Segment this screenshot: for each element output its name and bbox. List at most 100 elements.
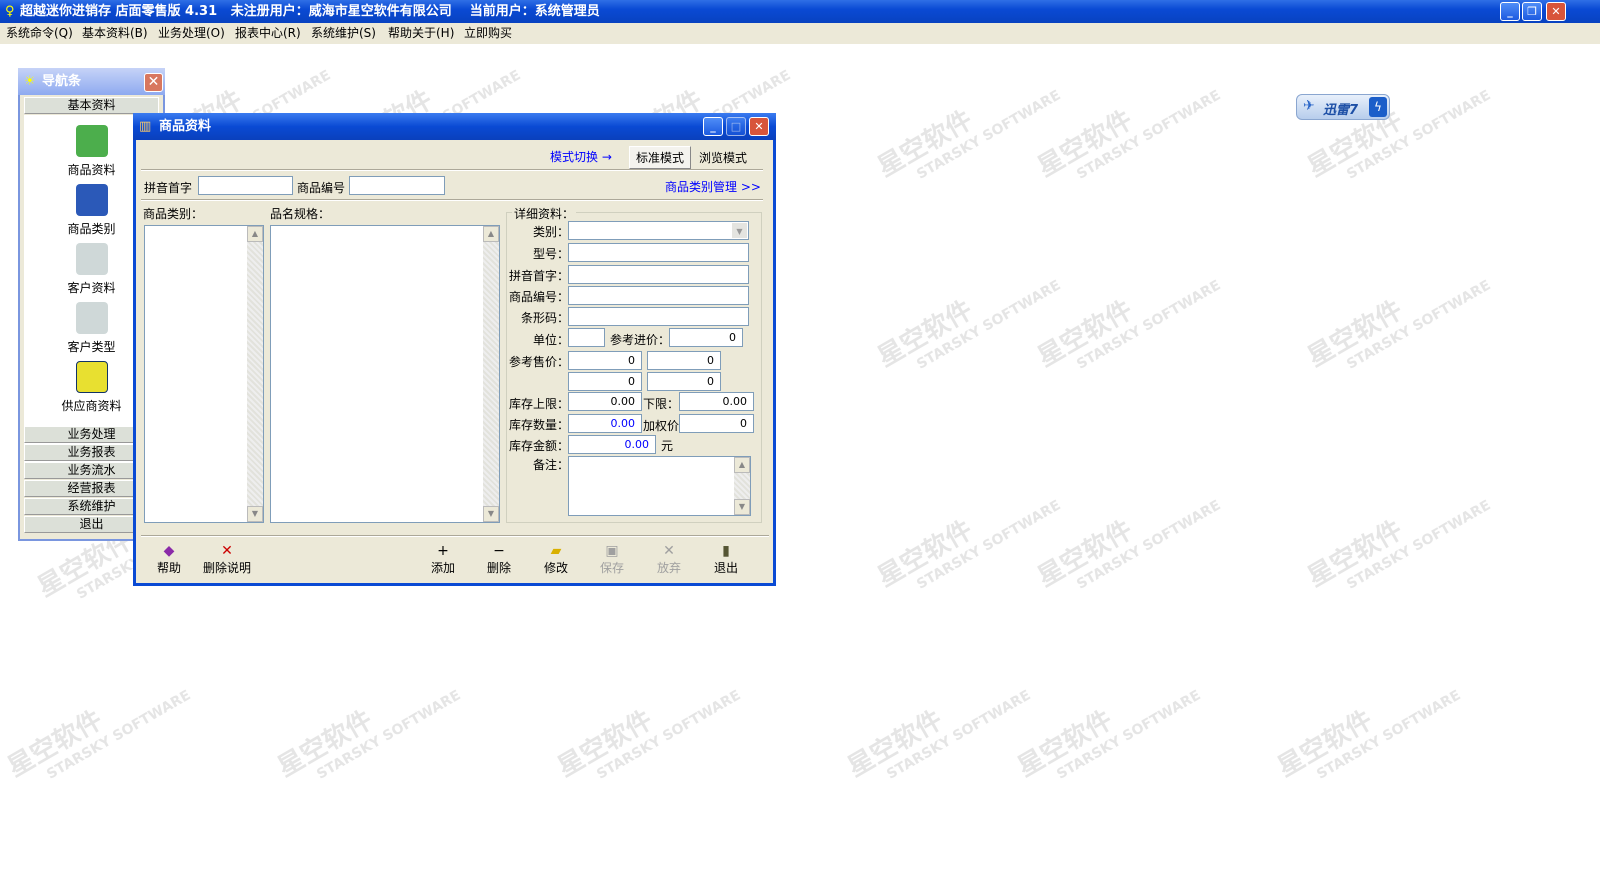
minimize-button[interactable]: _ [1500, 2, 1520, 21]
watermark: 星空软件STARSKY SOFTWARE [270, 655, 464, 798]
pinyin-label: 拼音首字 [144, 181, 193, 195]
product-window: ▥ 商品资料 _ □ ✕ 模式切换 → 标准模式 浏览模式 拼音首字 商品编号 商… [133, 113, 776, 586]
category-list[interactable]: ▲ ▼ [144, 225, 264, 523]
watermark-cn: 星空软件 [872, 105, 978, 184]
discard-button[interactable]: ✕ 放弃 [644, 543, 694, 576]
ref-price-input-4[interactable]: 0 [647, 372, 721, 391]
app-title-bar: ♀ 超越迷你进销存 店面零售版 4.31 未注册用户：威海市星空软件有限公司 当… [0, 0, 1600, 23]
ref-price-input-3[interactable]: 0 [568, 372, 642, 391]
x-icon: ✕ [221, 543, 233, 559]
delete-label: 删除 [486, 561, 511, 575]
watermark: 星空软件STARSKY SOFTWARE [550, 655, 744, 798]
nav-item-label: 供应商资料 [61, 399, 122, 413]
pinyin-search-input[interactable] [198, 176, 293, 195]
delete-note-button[interactable]: ✕ 删除说明 [197, 543, 257, 576]
window-maximize-button[interactable]: □ [726, 117, 746, 136]
x-icon: ✕ [663, 543, 675, 559]
lightning-icon: ϟ [1369, 97, 1387, 117]
remark-label: 备注： [533, 458, 570, 472]
remark-textarea[interactable]: ▲ ▼ [568, 456, 751, 516]
app-bulb-icon: ♀ [5, 4, 15, 19]
model-input[interactable] [568, 243, 749, 262]
window-minimize-button[interactable]: _ [703, 117, 723, 136]
barcode-input[interactable] [568, 307, 749, 326]
scrollbar[interactable]: ▲ ▼ [483, 226, 499, 522]
unit-input[interactable] [568, 328, 605, 347]
code-input[interactable] [568, 286, 749, 305]
category-label: 类别： [533, 225, 570, 239]
menu-basic[interactable]: 基本资料(B) [82, 23, 148, 44]
save-button[interactable]: ▣ 保存 [587, 543, 637, 576]
exit-door-icon: ▮ [722, 543, 730, 559]
category-select[interactable]: ▼ [568, 221, 749, 240]
code-detail-label: 商品编号： [509, 290, 570, 304]
save-label: 保存 [599, 561, 624, 575]
menu-buy[interactable]: 立即购买 [464, 23, 512, 44]
weighted-price-label: 加权价 [643, 419, 680, 433]
watermark-cn: 星空软件 [2, 705, 108, 784]
watermark-en: STARSKY SOFTWARE [1054, 687, 1204, 783]
add-label: 添加 [430, 561, 455, 575]
help-label: 帮助 [156, 561, 181, 575]
scrollbar[interactable]: ▲ ▼ [734, 457, 750, 515]
delete-button[interactable]: − 删除 [474, 543, 524, 576]
menu-maintenance[interactable]: 系统维护(S) [311, 23, 376, 44]
mode-switch-label: 模式切换 → [550, 150, 612, 164]
exit-button[interactable]: ▮ 退出 [701, 543, 751, 576]
chevron-down-icon: ▼ [732, 223, 747, 238]
stock-max-input[interactable]: 0.00 [568, 392, 642, 411]
pinyin-input[interactable] [568, 265, 749, 284]
watermark-cn: 星空软件 [272, 705, 378, 784]
code-label: 商品编号 [297, 181, 346, 195]
product-list[interactable]: ▲ ▼ [270, 225, 500, 523]
app-title: 超越迷你进销存 店面零售版 4.31 未注册用户：威海市星空软件有限公司 当前用… [20, 4, 600, 19]
code-search-input[interactable] [349, 176, 445, 195]
menu-system[interactable]: 系统命令(Q) [6, 23, 73, 44]
tab-browse-mode[interactable]: 浏览模式 [699, 149, 747, 166]
stock-min-input[interactable]: 0.00 [679, 392, 754, 411]
menu-help[interactable]: 帮助关于(H) [388, 23, 454, 44]
watermark: 星空软件STARSKY SOFTWARE [1300, 245, 1494, 388]
watermark-cn: 星空软件 [842, 705, 948, 784]
nav-close-button[interactable]: ✕ [144, 73, 163, 92]
menu-bar: 系统命令(Q) 基本资料(B) 业务处理(O) 报表中心(R) 系统维护(S) … [0, 23, 1600, 44]
plus-icon: + [437, 543, 449, 559]
watermark-en: STARSKY SOFTWARE [914, 87, 1064, 183]
ref-price-input-1[interactable]: 0 [568, 351, 642, 370]
menu-reports[interactable]: 报表中心(R) [235, 23, 301, 44]
nav-section-basic[interactable]: 基本资料 [24, 97, 159, 114]
watermark: 星空软件STARSKY SOFTWARE [1030, 465, 1224, 608]
xunlei-widget[interactable]: ✈ 迅雷7 ϟ [1296, 94, 1390, 120]
ref-price-input-2[interactable]: 0 [647, 351, 721, 370]
watermark: 星空软件STARSKY SOFTWARE [0, 655, 194, 798]
divider [141, 535, 769, 537]
ref-cost-input[interactable]: 0 [669, 328, 743, 347]
pinyin-detail-label: 拼音首字： [509, 269, 570, 283]
tab-standard-mode[interactable]: 标准模式 [629, 146, 692, 169]
watermark-cn: 星空软件 [872, 295, 978, 374]
weighted-price-value: 0 [679, 414, 754, 433]
stock-qty-label: 库存数量： [509, 418, 570, 432]
watermark-en: STARSKY SOFTWARE [1074, 497, 1224, 593]
watermark: 星空软件STARSKY SOFTWARE [1270, 655, 1464, 798]
card-box-icon [75, 184, 108, 216]
category-management-link[interactable]: 商品类别管理 >> [665, 178, 761, 195]
ref-price-label: 参考售价： [509, 355, 570, 369]
nav-item-label: 商品类别 [67, 222, 116, 236]
help-book-icon: ◆ [163, 543, 175, 559]
menu-business[interactable]: 业务处理(O) [158, 23, 225, 44]
edit-button[interactable]: ▰ 修改 [531, 543, 581, 576]
watermark-en: STARSKY SOFTWARE [1314, 687, 1464, 783]
watermark-en: STARSKY SOFTWARE [1344, 497, 1494, 593]
add-button[interactable]: + 添加 [418, 543, 468, 576]
close-button[interactable]: ✕ [1546, 2, 1566, 21]
watermark-cn: 星空软件 [1032, 295, 1138, 374]
watermark-en: STARSKY SOFTWARE [314, 687, 464, 783]
help-button[interactable]: ◆ 帮助 [144, 543, 194, 576]
model-label: 型号： [533, 247, 570, 261]
watermark-cn: 星空软件 [552, 705, 658, 784]
restore-button[interactable]: ❐ [1522, 2, 1542, 21]
watermark: 星空软件STARSKY SOFTWARE [870, 245, 1064, 388]
window-close-button[interactable]: ✕ [749, 117, 769, 136]
scrollbar[interactable]: ▲ ▼ [247, 226, 263, 522]
